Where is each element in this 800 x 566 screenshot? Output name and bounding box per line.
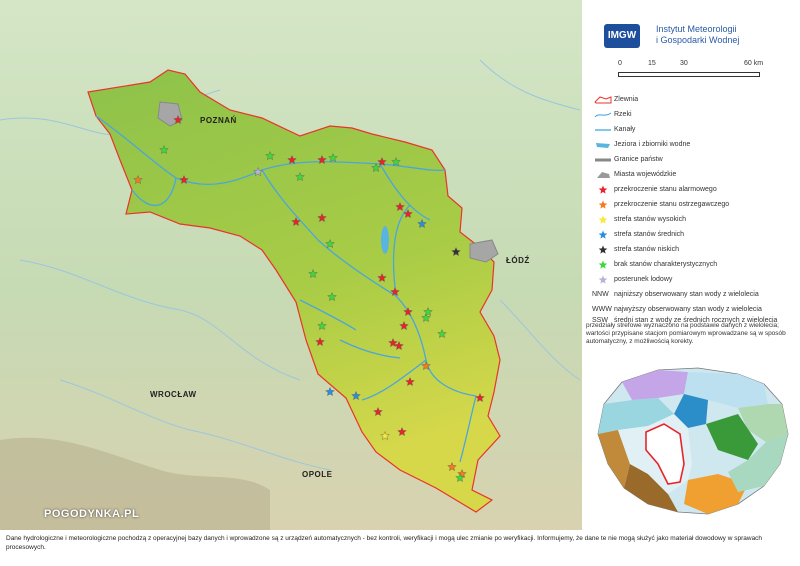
legend-item: Miasta wojewódzkie <box>592 167 798 182</box>
star-icon <box>592 275 614 285</box>
institute-name: Instytut Meteorologii i Gospodarki Wodne… <box>656 24 739 46</box>
abbr: WWW <box>592 306 612 313</box>
legend-label: Kanały <box>614 126 636 133</box>
star-icon <box>592 260 614 270</box>
legend-label: strefa stanów wysokich <box>614 216 686 223</box>
star-icon <box>592 245 614 255</box>
watermark: POGODYNKA.PL <box>44 508 140 520</box>
legend-label: przekroczenie stanu ostrzegawczego <box>614 201 730 208</box>
star-icon <box>592 230 614 240</box>
lake <box>381 226 389 254</box>
star-icon <box>592 200 614 210</box>
legend-item: Rzeki <box>592 107 798 122</box>
institute-name-line1: Instytut Meteorologii <box>656 24 737 34</box>
scale-bar: 0 15 30 60 km <box>618 60 766 84</box>
legend-item: strefa stanów niskich <box>592 242 798 257</box>
legend-label: Rzeki <box>614 111 632 118</box>
legend-item: przekroczenie stanu alarmowego <box>592 182 798 197</box>
map-canvas <box>0 0 582 530</box>
legend-item: posterunek lodowy <box>592 272 798 287</box>
legend-abbr-row: WWW najwyższy obserwowany stan wody z wi… <box>592 302 798 317</box>
legend-label: Miasta wojewódzkie <box>614 171 677 178</box>
legend-label: przekroczenie stanu alarmowego <box>614 186 717 193</box>
legend-label: Zlewnia <box>614 96 639 103</box>
abbr-text: najniższy obserwowany stan wody z wielol… <box>614 291 759 298</box>
legend-abbr-row: NNW najniższy obserwowany stan wody z wi… <box>592 287 798 302</box>
scale-tick: 60 km <box>744 60 764 67</box>
legend-item: Zlewnia <box>592 92 798 107</box>
city-label-opole: OPOLE <box>302 470 333 479</box>
legend-item: strefa stanów średnich <box>592 227 798 242</box>
legend-label: strefa stanów średnich <box>614 231 685 238</box>
hydro-map: POZNAŃ ŁÓDŹ WROCŁAW OPOLE POGODYNKA.PL <box>0 0 582 530</box>
legend-label: Jeziora i zbiorniki wodne <box>614 141 691 148</box>
legend-label: brak stanów charakterystycznych <box>614 261 718 268</box>
star-icon <box>592 215 614 225</box>
legend-item: Kanały <box>592 122 798 137</box>
poland-inset-map <box>588 364 796 524</box>
abbr-text: najwyższy obserwowany stan wody z wielol… <box>614 306 762 313</box>
scale-tick: 0 <box>618 60 622 67</box>
institute-name-line2: i Gospodarki Wodnej <box>656 35 740 45</box>
legend-item: strefa stanów wysokich <box>592 212 798 227</box>
legend-label: posterunek lodowy <box>614 276 673 283</box>
legend-note: przedziały strefowe wyznaczono na podsta… <box>586 322 786 345</box>
scale-tick: 30 <box>680 60 688 67</box>
legend-label: strefa stanów niskich <box>614 246 679 253</box>
star-icon <box>592 185 614 195</box>
legend-label: Granice państw <box>614 156 663 163</box>
scale-bar-line <box>618 72 760 77</box>
city-label-wroclaw: WROCŁAW <box>150 390 197 399</box>
disclaimer-footer: Dane hydrologiczne i meteorologiczne poc… <box>6 535 763 551</box>
institute-logo: IMGW <box>604 24 640 48</box>
legend: Zlewnia Rzeki Kanały Jeziora i zbiorniki… <box>592 92 798 341</box>
legend-item: brak stanów charakterystycznych <box>592 257 798 272</box>
city-label-poznan: POZNAŃ <box>200 116 237 125</box>
legend-item: Jeziora i zbiorniki wodne <box>592 137 798 152</box>
legend-item: Granice państw <box>592 152 798 167</box>
legend-panel: IMGW Instytut Meteorologii i Gospodarki … <box>582 0 800 530</box>
legend-item: przekroczenie stanu ostrzegawczego <box>592 197 798 212</box>
city-label-lodz: ŁÓDŹ <box>506 256 530 265</box>
scale-tick: 15 <box>648 60 656 67</box>
abbr: NNW <box>592 291 609 298</box>
